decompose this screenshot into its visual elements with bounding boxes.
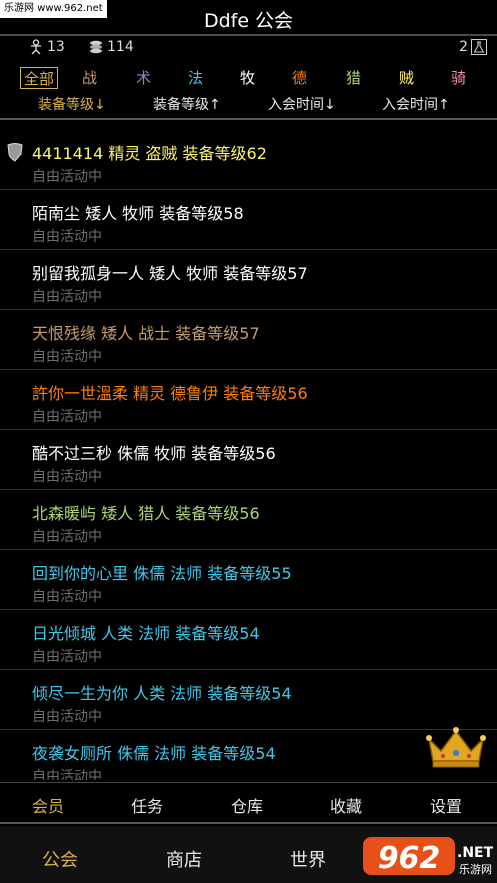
class-filter-druid[interactable]: 德: [292, 67, 307, 89]
member-name: 4411414 精灵 盗贼 装备等级62: [32, 144, 267, 163]
member-name: 回到你的心里 侏儒 法师 装备等级55: [32, 564, 292, 583]
member-name: 許你一世溫柔 精灵 德鲁伊 装备等级56: [32, 384, 308, 403]
person-icon: [31, 39, 41, 55]
sort-gear-desc[interactable]: 装备等级↓: [38, 94, 106, 116]
class-filter-priest[interactable]: 牧: [240, 67, 255, 89]
sort-join-desc[interactable]: 入会时间↓: [268, 94, 336, 116]
crown-icon[interactable]: [425, 725, 487, 769]
member-name: 陌南尘 矮人 牧师 装备等级58: [32, 204, 244, 223]
tab-quests[interactable]: 任务: [131, 793, 163, 817]
sort-join-asc[interactable]: 入会时间↑: [382, 94, 450, 116]
guild-sub-tabs: 会员 任务 仓库 收藏 设置: [0, 782, 497, 824]
member-name: 天恨残缘 矮人 战士 装备等级57: [32, 324, 260, 343]
sort-row: 装备等级↓ 装备等级↑ 入会时间↓ 入会时间↑: [0, 94, 497, 116]
member-status: 自由活动中: [32, 409, 102, 425]
coins-icon: [90, 40, 102, 54]
member-status: 自由活动中: [32, 649, 102, 665]
guild-stats-bar: 13 114 2: [0, 37, 497, 61]
shield-icon: [7, 143, 23, 162]
tab-settings[interactable]: 设置: [430, 793, 462, 817]
member-row[interactable]: 酷不过三秒 侏儒 牧师 装备等级56 自由活动中: [0, 430, 497, 490]
class-filter-row: 全部 战 术 法 牧 德 猎 贼 骑: [20, 67, 490, 91]
member-name: 倾尽一生为你 人类 法师 装备等级54: [32, 684, 292, 703]
member-row[interactable]: 4411414 精灵 盗贼 装备等级62 自由活动中: [0, 130, 497, 190]
class-filter-all[interactable]: 全部: [20, 67, 59, 89]
member-count: 13: [28, 39, 65, 55]
member-status: 自由活动中: [32, 709, 102, 725]
class-filter-warrior[interactable]: 战: [82, 67, 97, 89]
member-name: 别留我孤身一人 矮人 牧师 装备等级57: [32, 264, 308, 283]
member-name: 日光倾城 人类 法师 装备等级54: [32, 624, 260, 643]
class-filter-hunter[interactable]: 猎: [346, 67, 361, 89]
nav-world[interactable]: 世界: [290, 846, 326, 872]
member-row[interactable]: 陌南尘 矮人 牧师 装备等级58 自由活动中: [0, 190, 497, 250]
member-count-value: 13: [47, 39, 65, 55]
member-row[interactable]: 倾尽一生为你 人类 法师 装备等级54 自由活动中: [0, 670, 497, 730]
research-count: 2: [459, 39, 487, 55]
tab-warehouse[interactable]: 仓库: [231, 793, 263, 817]
member-row[interactable]: 許你一世溫柔 精灵 德鲁伊 装备等级56 自由活动中: [0, 370, 497, 430]
class-filter-mage[interactable]: 法: [188, 67, 203, 89]
member-status: 自由活动中: [32, 169, 102, 185]
sort-gear-asc[interactable]: 装备等级↑: [153, 94, 221, 116]
member-status: 自由活动中: [32, 229, 102, 245]
logo-suffix: .NET: [457, 845, 493, 861]
coin-count: 114: [88, 39, 134, 55]
member-row[interactable]: 北森暖屿 矮人 猎人 装备等级56 自由活动中: [0, 490, 497, 550]
member-name: 酷不过三秒 侏儒 牧师 装备等级56: [32, 444, 276, 463]
logo-number: 962: [378, 841, 441, 876]
nav-shop[interactable]: 商店: [166, 846, 202, 872]
class-filter-rogue[interactable]: 贼: [399, 67, 414, 89]
member-status: 自由活动中: [32, 589, 102, 605]
research-count-value: 2: [459, 39, 468, 55]
member-status: 自由活动中: [32, 529, 102, 545]
class-filter-warlock[interactable]: 术: [136, 67, 151, 89]
member-status: 自由活动中: [32, 769, 102, 780]
member-status: 自由活动中: [32, 469, 102, 485]
class-filter-paladin[interactable]: 骑: [451, 67, 466, 89]
member-name: 北森暖屿 矮人 猎人 装备等级56: [32, 504, 260, 523]
member-row[interactable]: 回到你的心里 侏儒 法师 装备等级55 自由活动中: [0, 550, 497, 610]
member-name: 夜袭女厕所 侏儒 法师 装备等级54: [32, 744, 276, 763]
logo-caption: 乐游网: [459, 863, 492, 876]
nav-guild[interactable]: 公会: [42, 846, 78, 872]
coin-count-value: 114: [107, 39, 134, 55]
member-list: 4411414 精灵 盗贼 装备等级62 自由活动中 陌南尘 矮人 牧师 装备等…: [0, 130, 497, 780]
filter-panel: 全部 战 术 法 牧 德 猎 贼 骑 装备等级↓ 装备等级↑ 入会时间↓ 入会时…: [0, 62, 497, 120]
site-watermark: 乐游网 www.962.net: [0, 0, 107, 18]
tab-favorites[interactable]: 收藏: [330, 793, 362, 817]
site-logo: 962 .NET 乐游网: [363, 837, 493, 876]
member-status: 自由活动中: [32, 289, 102, 305]
member-row[interactable]: 夜袭女厕所 侏儒 法师 装备等级54 自由活动中: [0, 730, 497, 780]
member-status: 自由活动中: [32, 349, 102, 365]
member-row[interactable]: 别留我孤身一人 矮人 牧师 装备等级57 自由活动中: [0, 250, 497, 310]
member-row[interactable]: 日光倾城 人类 法师 装备等级54 自由活动中: [0, 610, 497, 670]
flask-icon: [471, 39, 487, 55]
member-row[interactable]: 天恨残缘 矮人 战士 装备等级57 自由活动中: [0, 310, 497, 370]
tab-members[interactable]: 会员: [32, 793, 64, 817]
